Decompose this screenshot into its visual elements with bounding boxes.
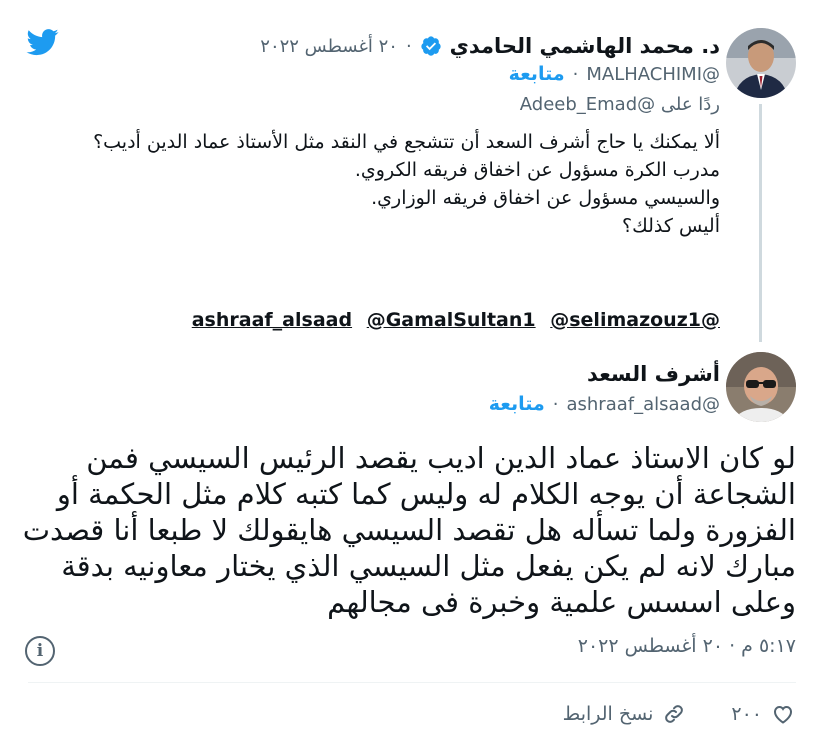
mention-link[interactable]: @selimazouz1 xyxy=(550,309,701,331)
replying-to[interactable]: ردًا على @Adeeb_Emad xyxy=(520,94,720,115)
verified-badge-icon xyxy=(420,35,442,57)
heart-icon xyxy=(770,702,796,726)
tweet-date[interactable]: ٢٠ أغسطس ٢٠٢٢ xyxy=(260,36,398,57)
thread-connector-line xyxy=(759,104,762,342)
author-handle[interactable]: @ashraaf_alsaad xyxy=(566,394,720,415)
mention-link[interactable]: @GamalSultan1 xyxy=(367,309,536,331)
follow-button[interactable]: متابعة xyxy=(489,393,545,415)
like-count: ٢٠٠ xyxy=(731,703,762,725)
info-icon[interactable]: i xyxy=(25,636,55,666)
tweet-timestamp[interactable]: ٥:١٧ م · ٢٠ أغسطس ٢٠٢٢ xyxy=(578,635,796,657)
reply-tweet-text: ألا يمكنك يا حاج أشرف السعد أن تتشجع في … xyxy=(93,131,720,237)
follow-button[interactable]: متابعة xyxy=(509,63,565,85)
twitter-logo-icon[interactable] xyxy=(24,26,62,58)
avatar[interactable] xyxy=(726,28,796,98)
link-icon xyxy=(661,702,687,726)
like-button[interactable]: ٢٠٠ xyxy=(731,702,796,726)
main-tweet-text: لو كان الاستاذ عماد الدين اديب يقصد الرئ… xyxy=(22,441,796,619)
author-name[interactable]: د. محمد الهاشمي الحامدي xyxy=(450,34,720,58)
divider xyxy=(28,682,796,683)
avatar[interactable] xyxy=(726,352,796,422)
copy-link-label: نسخ الرابط xyxy=(562,703,654,725)
copy-link-button[interactable]: نسخ الرابط xyxy=(563,702,688,726)
author-name[interactable]: أشرف السعد xyxy=(587,362,720,386)
author-handle[interactable]: @MALHACHIMI xyxy=(586,64,720,85)
